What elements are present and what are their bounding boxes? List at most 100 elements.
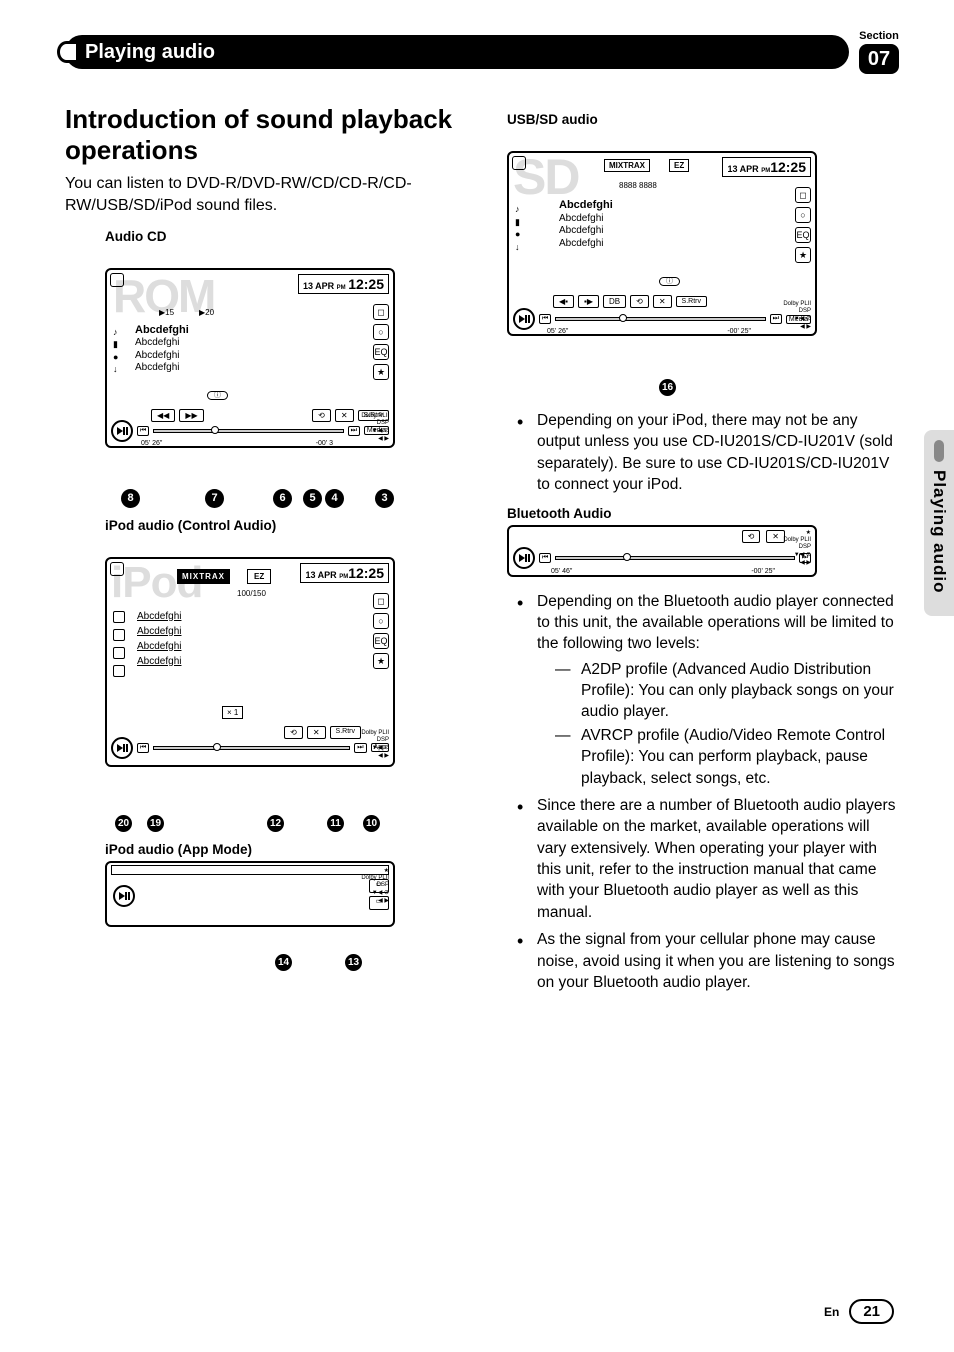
track-counter: 100/150 — [237, 589, 266, 598]
figure-audio-cd: 1 2 ROM 13 APR PM 12:25 ▶15 ▶20 ♪▮●↓ Abc… — [105, 268, 425, 508]
label-ipod-ctrl: iPod audio (Control Audio) — [105, 518, 467, 533]
track-indicator-1: ▶15 — [159, 308, 174, 317]
play-pause-button[interactable] — [113, 885, 135, 907]
progress-bar[interactable] — [153, 429, 343, 433]
track-title-list: Abcdefghi Abcdefghi Abcdefghi Abcdefghi — [135, 324, 189, 375]
next-mini[interactable]: ⏭ — [770, 314, 782, 324]
footer-page-number: 21 — [849, 1299, 894, 1324]
clock-box: 13 APR PM12:25 — [300, 563, 389, 583]
mixtrax-badge[interactable]: MIXTRAX — [177, 569, 230, 584]
app-button[interactable]: App — [371, 743, 389, 752]
db-button[interactable]: DB — [603, 295, 626, 308]
remain-time: -00' 3 — [316, 440, 333, 447]
folder-down-button[interactable]: ▪▶ — [578, 295, 599, 308]
info-pill[interactable]: ⓘ — [659, 270, 680, 288]
figure-ipod-app: ▭ ▭ ★Dolby PLIIDSP▼◀ ⊘◀ ▶ 14 13 — [105, 861, 425, 971]
ipod-title-3[interactable]: Abcdefghi — [137, 639, 181, 654]
progress-bar[interactable] — [555, 556, 794, 560]
callout-13: 13 — [345, 954, 362, 971]
eq-icon[interactable]: EQ — [795, 227, 811, 243]
speed-indicator[interactable]: × 1 — [222, 706, 243, 719]
prev-mini[interactable]: ⏮ — [539, 314, 551, 324]
next-mini[interactable]: ⏭ — [354, 743, 366, 753]
ipod-title-1[interactable]: Abcdefghi — [137, 609, 181, 624]
folder-counter: 8888 8888 — [619, 181, 657, 190]
dash-avrcp: AVRCP profile (Audio/Video Remote Contro… — [555, 725, 899, 789]
sd-title-1: Abcdefghi — [559, 199, 613, 213]
prev-mini[interactable]: ⏮ — [137, 743, 149, 753]
attenuate-icon[interactable]: ○ — [373, 324, 389, 340]
play-pause-button[interactable] — [513, 308, 535, 330]
callout-7: 7 — [205, 489, 224, 508]
callout-16: 16 — [659, 379, 676, 396]
figure-usb-sd: 15 SD MIXTRAX EZ 13 APR PM12:25 8888 888… — [507, 151, 847, 396]
callout-4: 4 — [325, 489, 344, 508]
top-left-icon[interactable] — [110, 562, 124, 576]
ipod-title-4[interactable]: Abcdefghi — [137, 654, 181, 669]
footer-language: En — [824, 1305, 839, 1319]
ipod-title-2[interactable]: Abcdefghi — [137, 624, 181, 639]
folder-up-button[interactable]: ◀▪ — [553, 295, 574, 308]
label-audio-cd: Audio CD — [105, 229, 467, 244]
repeat-button[interactable]: ⟲ — [742, 530, 761, 543]
shuffle-button[interactable]: ✕ — [653, 295, 672, 308]
prev-mini[interactable]: ⏮ — [539, 553, 551, 563]
next-mini[interactable]: ⏭ — [799, 553, 811, 563]
left-meta-icons: ♪▮●↓ — [515, 203, 520, 253]
info-pill[interactable]: ⓘ — [207, 384, 228, 402]
prev-mini[interactable]: ⏮ — [137, 426, 149, 436]
elapsed-time: 05' 26" — [547, 328, 568, 335]
callout-10: 10 — [363, 815, 380, 832]
callout-3: 3 — [375, 489, 394, 508]
bullet-ipod-note: Depending on your iPod, there may not be… — [517, 410, 899, 496]
progress-bar[interactable] — [153, 746, 350, 750]
figure-bt: ⟲ ✕ ★Dolby PLIIDSP▼◀ ⊘◀ ▶ ⏮ ⏭ 05' 46" -0… — [507, 525, 847, 577]
next-mini[interactable]: ⏭ — [348, 426, 360, 436]
section-box: Section 07 — [859, 30, 899, 74]
screen-ipod-ctrl: iPod MIXTRAX EZ 13 APR PM12:25 100/150 A… — [105, 557, 395, 767]
progress-bar[interactable] — [555, 317, 765, 321]
favorite-icon[interactable]: ★ — [373, 653, 389, 669]
repeat-button[interactable]: ⟲ — [630, 295, 649, 308]
clock-box: 13 APR PM 12:25 — [298, 274, 389, 294]
ez-badge[interactable]: EZ — [669, 159, 689, 172]
media-button[interactable]: Media — [786, 315, 811, 324]
callout-8: 8 — [121, 489, 140, 508]
callout-19: 19 — [147, 815, 164, 832]
play-pause-button[interactable] — [111, 420, 133, 442]
clock-time: 12:25 — [348, 276, 384, 292]
screen-bt: ⟲ ✕ ★Dolby PLIIDSP▼◀ ⊘◀ ▶ ⏮ ⏭ 05' 46" -0… — [507, 525, 817, 577]
title-row-3: Abcdefghi — [135, 350, 189, 363]
bullet-bt-noise: As the signal from your cellular phone m… — [517, 929, 899, 993]
favorite-icon[interactable]: ★ — [373, 364, 389, 380]
mute-icon[interactable]: ◻ — [373, 304, 389, 320]
bullet-bt-levels-text: Depending on the Bluetooth audio player … — [537, 593, 894, 653]
favorite-icon[interactable]: ★ — [795, 247, 811, 263]
shuffle-button[interactable]: ✕ — [766, 530, 785, 543]
screen-audio-cd: ROM 13 APR PM 12:25 ▶15 ▶20 ♪▮●↓ Abcdefg… — [105, 268, 395, 448]
ez-badge[interactable]: EZ — [247, 569, 271, 584]
screen-usb-sd: SD MIXTRAX EZ 13 APR PM12:25 8888 8888 ♪… — [507, 151, 817, 336]
play-pause-button[interactable] — [111, 737, 133, 759]
top-left-icon[interactable] — [512, 156, 526, 170]
media-button[interactable]: Media — [364, 426, 389, 435]
track-indicator-2: ▶20 — [199, 308, 214, 317]
eq-icon[interactable]: EQ — [373, 344, 389, 360]
eq-icon[interactable]: EQ — [373, 633, 389, 649]
callout-20: 20 — [115, 815, 132, 832]
label-bt: Bluetooth Audio — [507, 506, 899, 521]
mixtrax-badge[interactable]: MIXTRAX — [604, 159, 650, 172]
attenuate-icon[interactable]: ○ — [373, 613, 389, 629]
mute-icon[interactable]: ◻ — [795, 187, 811, 203]
play-pause-button[interactable] — [513, 547, 535, 569]
sd-title-4: Abcdefghi — [559, 238, 613, 251]
progress-row: ⏮ ⏭ — [513, 547, 811, 569]
top-left-icon[interactable] — [110, 273, 124, 287]
attenuate-icon[interactable]: ○ — [795, 207, 811, 223]
side-tab-label: Playing audio — [929, 470, 949, 594]
remain-time: -00' 25" — [727, 328, 751, 335]
page-footer: En 21 — [824, 1299, 894, 1324]
mute-icon[interactable]: ◻ — [373, 593, 389, 609]
srtrv-button[interactable]: S.Rtrv — [676, 296, 707, 307]
callout-11: 11 — [327, 815, 344, 832]
